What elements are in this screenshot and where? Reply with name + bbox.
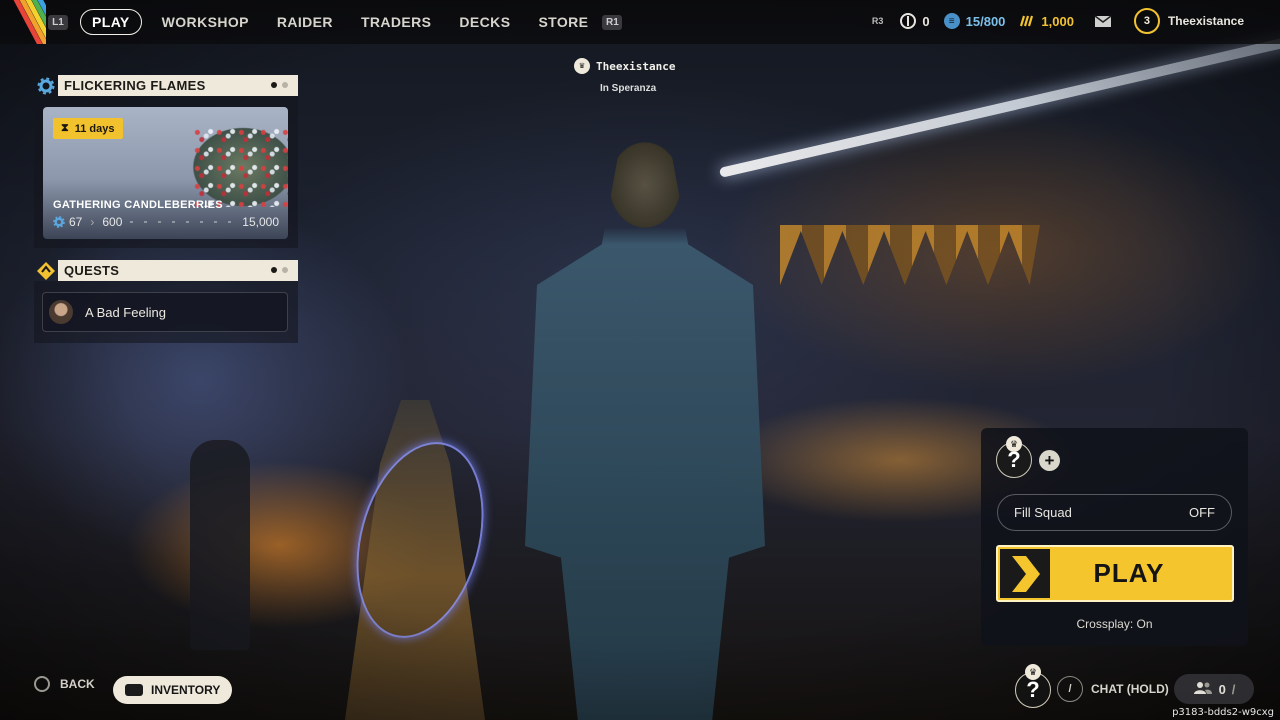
quest-diamond-icon bbox=[34, 260, 58, 281]
player-nameplate: ♛ Theexistance bbox=[574, 58, 675, 74]
tokens-value: 0 bbox=[922, 13, 930, 29]
mail-icon[interactable] bbox=[1094, 14, 1112, 28]
gear-small-icon bbox=[53, 216, 65, 228]
event-page-dots[interactable] bbox=[271, 82, 288, 88]
event-goal-value: 15,000 bbox=[242, 215, 279, 229]
storage-counter[interactable]: ≡ 15/800 bbox=[943, 13, 1006, 29]
gear-icon bbox=[34, 75, 58, 96]
friends-icon bbox=[1193, 681, 1213, 698]
add-squad-member-button[interactable]: + bbox=[1039, 450, 1060, 471]
friends-button[interactable]: 0 / bbox=[1174, 674, 1254, 704]
storage-icon: ≡ bbox=[943, 13, 960, 29]
tokens-counter[interactable]: 0 bbox=[900, 13, 930, 29]
inventory-button[interactable]: INVENTORY bbox=[113, 676, 233, 704]
chevron-right-icon: › bbox=[90, 215, 95, 229]
quest-giver-avatar bbox=[49, 300, 73, 324]
quests-panel-header[interactable]: QUESTS bbox=[34, 260, 298, 281]
l1-button-hint[interactable]: L1 bbox=[48, 14, 68, 30]
inventory-label: INVENTORY bbox=[151, 683, 221, 697]
fill-squad-value: OFF bbox=[1189, 505, 1215, 520]
progress-track bbox=[130, 221, 235, 223]
storage-value: 15/800 bbox=[965, 13, 1006, 29]
event-next-value: 600 bbox=[102, 215, 123, 229]
back-button[interactable]: BACK bbox=[34, 676, 95, 692]
main-nav: L1 PLAY WORKSHOP RAIDER TRADERS DECKS ST… bbox=[48, 9, 623, 35]
chevron-right-icon bbox=[1000, 549, 1050, 598]
tab-store[interactable]: STORE bbox=[524, 9, 602, 35]
player-location: In Speranza bbox=[600, 83, 657, 94]
crown-icon: ♛ bbox=[1025, 664, 1041, 680]
event-days-text: 11 days bbox=[74, 122, 115, 135]
profile-chip[interactable]: 3 Theexistance bbox=[1133, 8, 1244, 34]
currency-bar: R3 0 ≡ 15/800 1,000 3 Theexistance bbox=[869, 8, 1244, 34]
quest-item-label: A Bad Feeling bbox=[85, 304, 166, 320]
player-name: Theexistance bbox=[596, 59, 676, 73]
top-navigation-bar: L1 PLAY WORKSHOP RAIDER TRADERS DECKS ST… bbox=[0, 0, 1280, 44]
tab-traders[interactable]: TRADERS bbox=[347, 9, 445, 35]
event-panel-header[interactable]: FLICKERING FLAMES bbox=[34, 75, 298, 96]
event-current-value: 67 bbox=[69, 215, 83, 229]
event-timer-badge: ⧗ 11 days bbox=[53, 118, 123, 139]
tab-play[interactable]: PLAY bbox=[80, 9, 142, 35]
brand-stripe-logo bbox=[0, 0, 46, 44]
level-badge: 3 bbox=[1133, 8, 1160, 34]
event-card[interactable]: ⧗ 11 days GATHERING CANDLEBERRIES 67 › 6… bbox=[43, 107, 288, 239]
event-card-title: GATHERING CANDLEBERRIES bbox=[53, 199, 223, 211]
friends-count: 0 bbox=[1218, 681, 1226, 697]
play-button[interactable]: PLAY bbox=[996, 545, 1234, 602]
quest-item[interactable]: A Bad Feeling bbox=[42, 292, 288, 332]
coins-icon bbox=[1019, 13, 1035, 29]
fill-squad-toggle[interactable]: Fill Squad OFF bbox=[997, 494, 1232, 531]
crown-icon: ♛ bbox=[1006, 436, 1022, 452]
quests-title: QUESTS bbox=[58, 260, 298, 281]
slash-icon: / bbox=[1231, 681, 1236, 697]
event-title: FLICKERING FLAMES bbox=[58, 75, 298, 96]
coins-value: 1,000 bbox=[1041, 13, 1074, 29]
circle-button-icon bbox=[34, 676, 50, 692]
candleberry-bush-image bbox=[193, 127, 288, 207]
quests-title-text: QUESTS bbox=[64, 263, 120, 278]
tab-decks[interactable]: DECKS bbox=[445, 9, 524, 35]
build-id: p3183-bdds2-w9cxg bbox=[1172, 707, 1274, 718]
event-title-text: FLICKERING FLAMES bbox=[64, 78, 206, 93]
quests-page-dots[interactable] bbox=[271, 267, 288, 273]
fill-squad-label: Fill Squad bbox=[1014, 505, 1072, 520]
touchpad-icon bbox=[125, 684, 143, 696]
username-label: Theexistance bbox=[1167, 14, 1244, 28]
token-icon bbox=[900, 13, 917, 29]
right-stick-icon: / bbox=[1057, 676, 1083, 702]
play-button-label: PLAY bbox=[1093, 558, 1165, 588]
crown-icon: ♛ bbox=[574, 58, 590, 74]
chat-button[interactable]: / CHAT (HOLD) bbox=[1057, 676, 1169, 702]
back-label: BACK bbox=[60, 677, 95, 691]
hourglass-icon: ⧗ bbox=[61, 122, 69, 134]
chat-label: CHAT (HOLD) bbox=[1091, 682, 1169, 696]
coins-counter[interactable]: 1,000 bbox=[1019, 13, 1074, 29]
tab-workshop[interactable]: WORKSHOP bbox=[148, 9, 263, 35]
tab-raider[interactable]: RAIDER bbox=[263, 9, 347, 35]
r1-button-hint[interactable]: R1 bbox=[602, 14, 623, 30]
r3-button-hint: R3 bbox=[871, 16, 884, 26]
event-progress: 67 › 600 15,000 bbox=[53, 215, 279, 229]
crossplay-status: Crossplay: On bbox=[1076, 617, 1153, 631]
